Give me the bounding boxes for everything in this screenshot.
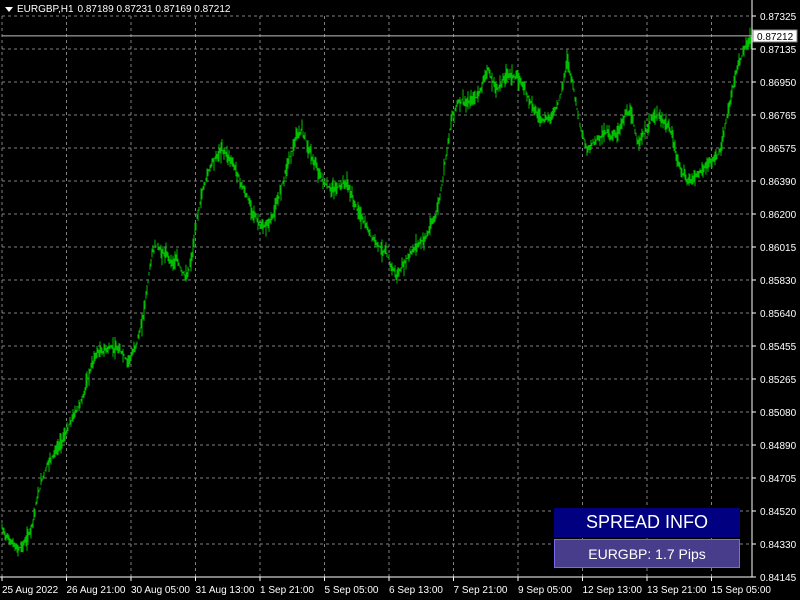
price-tick-label: 0.84890 — [760, 441, 797, 452]
current-price-label: 0.87212 — [757, 32, 794, 43]
symbol-timeframe: EURGBP,H1 — [17, 4, 74, 15]
time-tick-label: 25 Aug 2022 — [2, 585, 59, 596]
time-axis: 25 Aug 2022 26 Aug 21:00 30 Aug 05:00 31 Au… — [1, 577, 772, 596]
price-tick-label: 0.84330 — [760, 540, 797, 551]
time-tick-label: 12 Sep 13:00 — [583, 585, 643, 596]
price-tick-label: 0.85640 — [760, 309, 797, 320]
price-tick-label: 0.85455 — [760, 342, 797, 353]
price-tick-label: 0.86200 — [760, 210, 797, 221]
price-tick-label: 0.84145 — [760, 573, 797, 584]
price-tick-label: 0.86390 — [760, 177, 797, 188]
chart-axes — [0, 0, 753, 578]
time-tick-label: 9 Sep 05:00 — [518, 585, 572, 596]
current-price-marker: 0.87212 — [2, 29, 798, 43]
price-tick-label: 0.85830 — [760, 276, 797, 287]
price-tick-label: 0.86950 — [760, 78, 797, 89]
time-tick-label: 5 Sep 05:00 — [325, 585, 379, 596]
price-tick-label: 0.84520 — [760, 507, 797, 518]
time-tick-label: 13 Sep 21:00 — [647, 585, 707, 596]
price-tick-label: 0.84705 — [760, 474, 797, 485]
chart-header[interactable]: EURGBP,H1 0.87189 0.87231 0.87169 0.8721… — [5, 4, 230, 15]
price-tick-label: 0.85080 — [760, 408, 797, 419]
time-tick-label: 26 Aug 21:00 — [67, 585, 126, 596]
time-tick-label: 6 Sep 13:00 — [389, 585, 443, 596]
price-axis: 0.87325 0.87135 0.86950 0.86765 0.86575 0.863… — [752, 12, 797, 584]
dropdown-triangle-icon[interactable] — [5, 7, 13, 12]
price-series — [1, 27, 752, 557]
chart-grid — [1, 15, 752, 578]
ohlc-values: 0.87189 0.87231 0.87169 0.87212 — [77, 4, 231, 15]
spread-info-value: EURGBP: 1.7 Pips — [554, 539, 740, 568]
price-tick-label: 0.86575 — [760, 144, 797, 155]
price-tick-label: 0.86765 — [760, 111, 797, 122]
time-tick-label: 7 Sep 21:00 — [454, 585, 508, 596]
time-tick-label: 1 Sep 21:00 — [260, 585, 314, 596]
price-tick-label: 0.85265 — [760, 375, 797, 386]
price-tick-label: 0.87325 — [760, 12, 797, 23]
time-tick-label: 30 Aug 05:00 — [131, 585, 190, 596]
time-tick-label: 31 Aug 13:00 — [196, 585, 255, 596]
time-tick-label: 15 Sep 05:00 — [712, 585, 772, 596]
price-tick-label: 0.87135 — [760, 45, 797, 56]
spread-info-title: SPREAD INFO — [554, 508, 740, 537]
price-tick-label: 0.86015 — [760, 243, 797, 254]
